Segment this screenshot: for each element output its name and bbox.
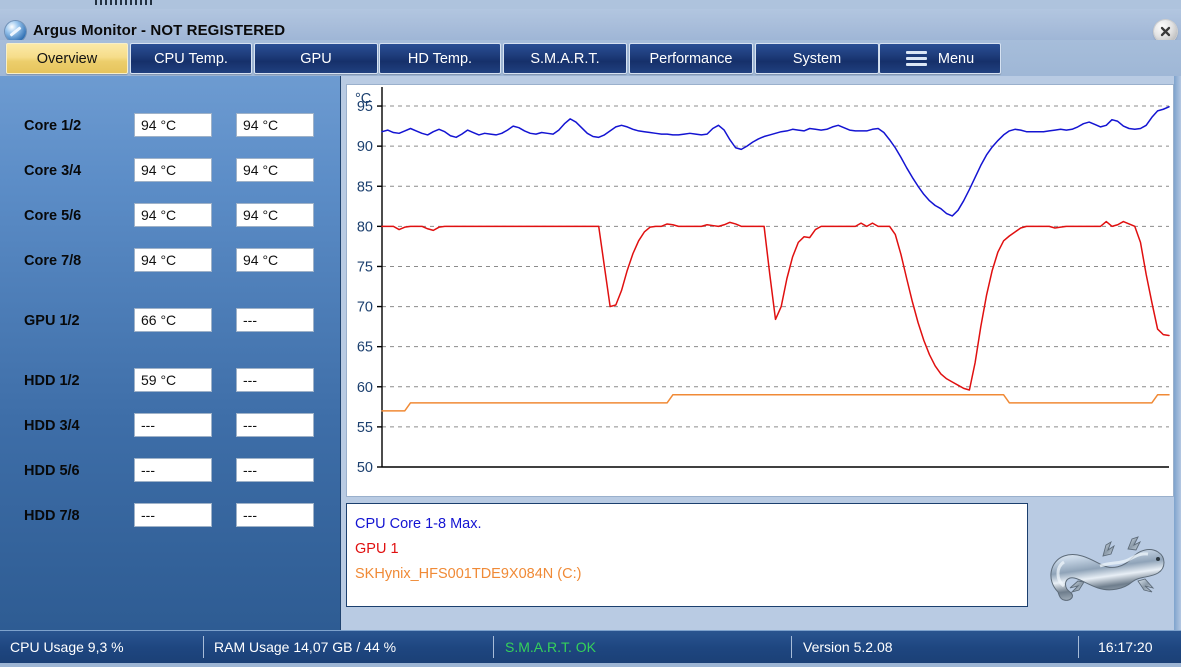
legend-item: CPU Core 1-8 Max. (355, 516, 482, 532)
chart-y-tick-label: 90 (357, 139, 373, 155)
chart-y-tick-label: 65 (357, 340, 373, 356)
chart-y-tick-label: 95 (357, 99, 373, 115)
smart-status-badge: S.M.A.R.T. OK (505, 639, 597, 655)
sensor-value-primary: 59 °C (134, 368, 212, 392)
sensor-panel: Core 1/2 94 °C 94 °C Core 3/4 94 °C 94 °C Core… (0, 76, 341, 630)
sensor-value-secondary: 94 °C (236, 248, 314, 272)
clock-status: 16:17:20 (1098, 639, 1153, 655)
title-bar: Argus Monitor - NOT REGISTERED (0, 9, 1181, 43)
sensor-value-primary: 94 °C (134, 113, 212, 137)
sensor-value-primary: 66 °C (134, 308, 212, 332)
tab-label: S.M.A.R.T. (530, 50, 600, 67)
chart-y-tick-label: 75 (357, 259, 373, 275)
tab-s-m-a-r-t[interactable]: S.M.A.R.T. (503, 43, 627, 74)
chart-y-tick-label: 80 (357, 219, 373, 235)
status-bar: CPU Usage 9,3 % RAM Usage 14,07 GB / 44 … (0, 630, 1181, 664)
background-window-text (95, 0, 155, 5)
chart-y-tick-label: 85 (357, 179, 373, 195)
tab-gpu[interactable]: GPU (254, 43, 378, 74)
window-bottom-edge (0, 663, 1181, 667)
sensor-value-primary: 94 °C (134, 158, 212, 182)
legend-item: SKHynix_HFS001TDE9X084N (C:) (355, 566, 582, 582)
sensor-value-primary: 94 °C (134, 248, 212, 272)
tab-label: CPU Temp. (154, 50, 228, 67)
hamburger-menu-icon (905, 48, 927, 69)
sensor-value-primary: --- (134, 503, 212, 527)
chrome-gecko-logo (1050, 536, 1165, 601)
tab-label: Performance (649, 50, 733, 67)
sensor-label: HDD 1/2 (24, 373, 80, 389)
sensor-row-hdd-7-8: HDD 7/8 --- --- (0, 503, 340, 529)
status-separator-3 (791, 636, 792, 658)
tab-performance[interactable]: Performance (629, 43, 753, 74)
sensor-label: Core 7/8 (24, 253, 82, 269)
tab-cpu-temp[interactable]: CPU Temp. (130, 43, 252, 74)
sensor-value-secondary: 94 °C (236, 113, 314, 137)
sensor-label: HDD 5/6 (24, 463, 80, 479)
sensor-value-primary: 94 °C (134, 203, 212, 227)
tab-label: Menu (937, 50, 975, 67)
sensor-label: Core 1/2 (24, 118, 82, 134)
sensor-value-secondary: --- (236, 413, 314, 437)
legend-item: GPU 1 (355, 541, 399, 557)
sensor-value-secondary: --- (236, 368, 314, 392)
version-status: Version 5.2.08 (803, 639, 893, 655)
chart-series-line (381, 394, 1170, 412)
sensor-value-primary: --- (134, 413, 212, 437)
tab-hd-temp[interactable]: HD Temp. (379, 43, 501, 74)
chart-series-line (381, 106, 1170, 217)
status-separator-2 (493, 636, 494, 658)
chart-series-line (381, 220, 1170, 391)
sensor-value-primary: --- (134, 458, 212, 482)
sensor-label: Core 5/6 (24, 208, 82, 224)
tab-bar: Overview CPU Temp. GPU HD Temp. S.M.A.R.T. Pe… (0, 40, 1181, 76)
chart-y-tick-label: 70 (357, 300, 373, 316)
sensor-row-hdd-1-2: HDD 1/2 59 °C --- (0, 368, 340, 394)
chart-legend-panel: CPU Core 1-8 Max. GPU 1 SKHynix_HFS001TDE9… (346, 503, 1028, 607)
close-icon (1160, 26, 1171, 37)
status-separator-1 (203, 636, 204, 658)
sensor-row-hdd-3-4: HDD 3/4 --- --- (0, 413, 340, 439)
argus-monitor-window: Argus Monitor - NOT REGISTERED Overview C… (0, 0, 1181, 667)
sensor-label: Core 3/4 (24, 163, 82, 179)
sensor-row-core-3-4: Core 3/4 94 °C 94 °C (0, 158, 340, 184)
sensor-row-core-1-2: Core 1/2 94 °C 94 °C (0, 113, 340, 139)
ram-usage-status: RAM Usage 14,07 GB / 44 % (214, 639, 397, 655)
sensor-row-gpu-1-2: GPU 1/2 66 °C --- (0, 308, 340, 334)
temperature-chart: °C95908580757065605550 (355, 87, 1170, 476)
chart-y-tick-label: 50 (357, 460, 373, 476)
sensor-row-hdd-5-6: HDD 5/6 --- --- (0, 458, 340, 484)
tab-menu[interactable]: Menu (879, 43, 1001, 74)
sensor-label: GPU 1/2 (24, 313, 80, 329)
cpu-usage-status: CPU Usage 9,3 % (10, 639, 124, 655)
sensor-label: HDD 3/4 (24, 418, 80, 434)
window-title: Argus Monitor - NOT REGISTERED (33, 22, 286, 39)
tab-label: GPU (300, 50, 332, 67)
sensor-value-secondary: 94 °C (236, 203, 314, 227)
tab-label: Overview (36, 50, 98, 67)
tab-label: System (792, 50, 842, 67)
tab-label: HD Temp. (407, 50, 473, 67)
chart-y-tick-label: 60 (357, 380, 373, 396)
window-right-edge (1174, 76, 1181, 630)
chart-y-tick-label: 55 (357, 420, 373, 436)
sensor-value-secondary: --- (236, 308, 314, 332)
tab-overview[interactable]: Overview (6, 43, 128, 74)
argus-globe-icon (5, 21, 26, 42)
sensor-label: HDD 7/8 (24, 508, 80, 524)
sensor-row-core-5-6: Core 5/6 94 °C 94 °C (0, 203, 340, 229)
sensor-value-secondary: 94 °C (236, 158, 314, 182)
temperature-chart-panel[interactable]: °C 95 90 85 80 75 70 65 60 55 50 (346, 84, 1174, 497)
sensor-value-secondary: --- (236, 458, 314, 482)
sensor-value-secondary: --- (236, 503, 314, 527)
tab-system[interactable]: System (755, 43, 879, 74)
status-separator-4 (1078, 636, 1079, 658)
sensor-row-core-7-8: Core 7/8 94 °C 94 °C (0, 248, 340, 274)
